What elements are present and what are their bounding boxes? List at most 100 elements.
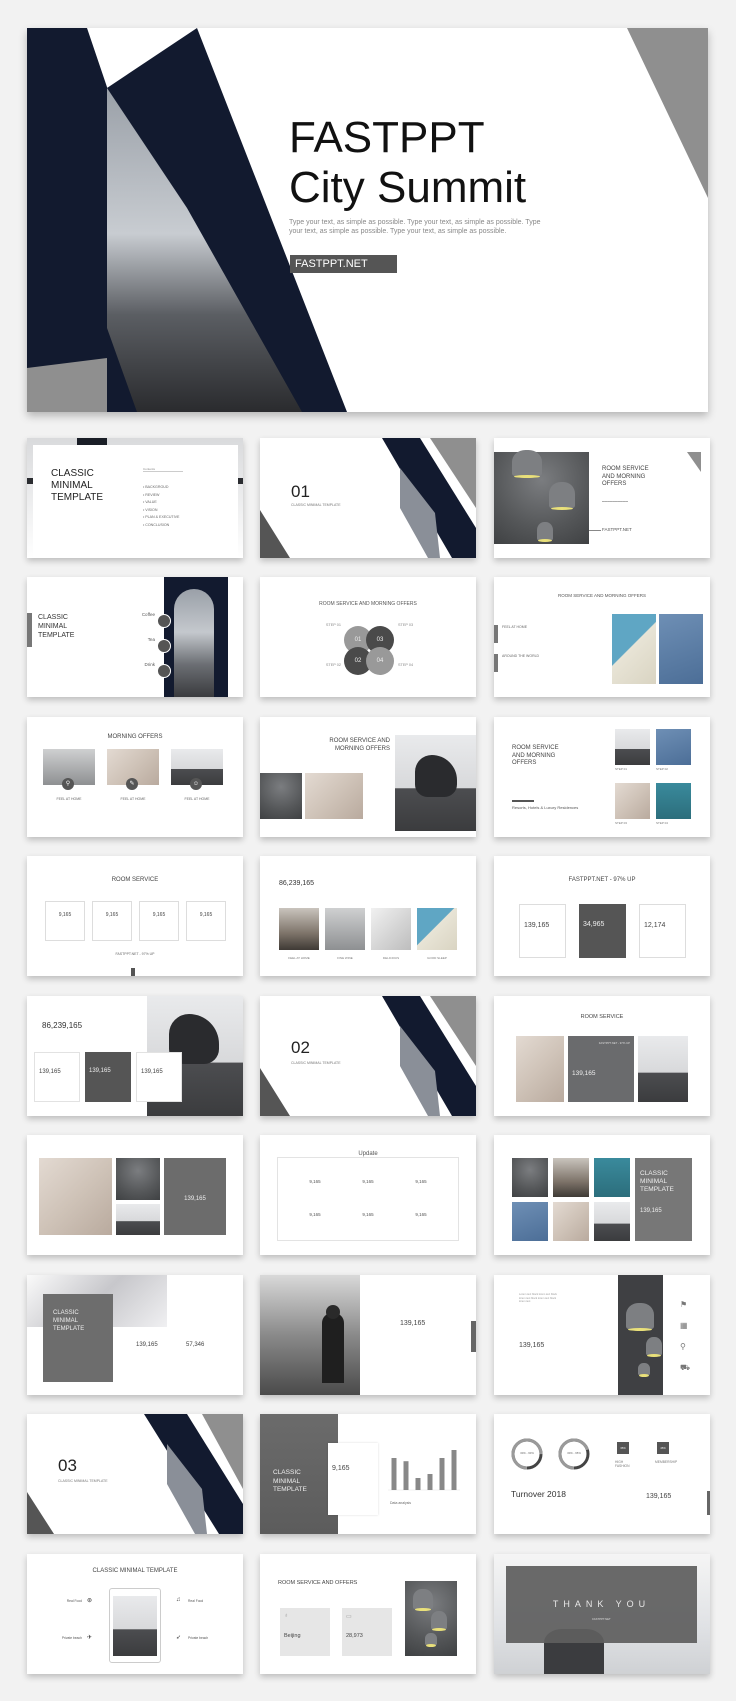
photo-desk [39,1158,112,1235]
contents-item[interactable]: • REVIEW [143,492,179,500]
section-subtitle: CLASSIC MINIMAL TEMPLATE [291,503,341,507]
monitor-icon: ▭ [346,1614,352,1620]
photo-chair [594,1202,630,1241]
title-line: ROOM SERVICE [512,745,559,751]
big-value: 86,239,165 [42,1021,83,1030]
slide-steps-photos[interactable]: ROOM SERVICE AND MORNING OFFERS Resorts,… [494,717,710,837]
title-line: TEMPLATE [53,1326,85,1332]
chart-bar [451,1450,457,1490]
slide-turnover[interactable]: 30% - 60% 30% - 65% 35% 45% HIGH FASHION… [494,1414,710,1534]
hero-title-line2: City Summit [289,163,527,212]
tagline: Resorts, Hotels & Luxury Residences [512,805,579,810]
title-line: CLASSIC [273,1469,301,1476]
photo-chair [615,729,650,765]
fastppt-button[interactable]: FASTPPT.NET [290,255,397,273]
step-label: STEP 02 [325,663,341,667]
title-line: OFFERS [512,760,537,766]
stat-value: 57,346 [186,1342,205,1348]
slide-icons-lamps[interactable]: Lorem text block lorem text block lorem … [494,1275,710,1395]
panel-value: 139,165 [572,1070,596,1077]
slide-room-service-values[interactable]: ROOM SERVICE 9,165 9,165 9,165 9,165 FAS… [27,856,243,976]
feature-label: Real Food [188,1599,204,1603]
slide-steps-circles[interactable]: ROOM SERVICE AND MORNING OFFERS STEP 01 … [260,577,476,697]
panel-value: 139,165 [184,1196,206,1202]
update-value: 9,165 [362,1179,374,1184]
chart-bar [391,1458,397,1490]
photo-lamps [260,773,302,819]
photo-label: FINE WINE [337,956,353,960]
value-card: 9,165 [92,901,132,941]
photo-tower [417,908,457,950]
step-label: STEP 03 [615,821,627,825]
hero-title: FASTPPT City Summit [289,113,526,213]
slide-morning-offers[interactable]: MORNING OFFERS ⚲ ✎ ☺ FEEL AT HOME FEEL A… [27,717,243,837]
title-line: CLASSIC [38,614,68,621]
slide-room-service-panel[interactable]: ROOM SERVICE FASTPPT.NET - 97% UP 139,16… [494,996,710,1116]
location-icon: ⚲ [680,1342,686,1351]
slide-room-service[interactable]: ROOM SERVICE AND MORNING OFFERS ▬▬▬▬▬▬▬▬… [494,438,710,558]
feature-label: Private beach [188,1636,209,1640]
slide-room-service-chair[interactable]: ROOM SERVICE AND MORNING OFFERS [260,717,476,837]
fastppt-link[interactable]: FASTPPT.NET [602,527,632,532]
slide-building-stats[interactable]: CLASSIC MINIMAL TEMPLATE 139,165 57,346 [27,1275,243,1395]
slide-section-01[interactable]: 01 CLASSIC MINIMAL TEMPLATE [260,438,476,558]
slide-data-analysis[interactable]: CLASSIC MINIMAL TEMPLATE 9,165 Data anal… [260,1414,476,1534]
panel-value: 139,165 [640,1208,662,1214]
slide-room-offers-cards[interactable]: ROOM SERVICE AND OFFERS ♁ Beijing ▭ 28,9… [260,1554,476,1674]
slide-chair-stats[interactable]: 86,239,165 139,165 139,165 139,165 [27,996,243,1116]
hero-slide[interactable]: FASTPPT City Summit Type your text, as s… [27,28,708,412]
update-value: 9,165 [309,1179,321,1184]
panel-title: CLASSIC MINIMAL TEMPLATE [53,1309,84,1333]
value-card: 9,165 [139,901,179,941]
info-card: ♁ Beijing [280,1608,330,1656]
circle-marker [157,614,171,628]
value-card: 139,165 [136,1052,182,1102]
slide-four-photos[interactable]: 86,239,165 FEEL AT HOME FINE WINE DELICI… [260,856,476,976]
value-card: 9,165 [45,901,85,941]
slide-thank-you[interactable]: THANK YOU FASTPPT.NET [494,1554,710,1674]
contents-item[interactable]: • VISION [143,507,179,515]
item-drink: Drink [144,662,155,667]
panel-title: CLASSIC MINIMAL TEMPLATE [640,1170,674,1194]
photo-building [371,908,411,950]
item-label: AROUND THE WORLD [502,654,540,658]
photo-label: FEEL AT HOME [288,956,310,960]
contents-item[interactable]: • BACKGROUD [143,484,179,492]
chart-bar [415,1478,421,1490]
contents-item[interactable]: • CONCLUSION [143,522,179,530]
slide-97-up[interactable]: FASTPPT.NET - 97% UP 139,165 34,965 12,1… [494,856,710,976]
title-line: MINIMAL [51,480,93,491]
photo-lamps [116,1158,160,1200]
item-label: FEEL AT HOME [502,625,528,629]
pct-badge: 45% [657,1442,669,1454]
slide-feel-at-home[interactable]: ROOM SERVICE AND MORNING OFFERS FEEL AT … [494,577,710,697]
photo-label: DELICIOUS [382,956,400,960]
slide-section-02[interactable]: 02 CLASSIC MINIMAL TEMPLATE [260,996,476,1116]
step-label: STEP 01 [615,767,627,771]
step-circle: 04 [366,647,394,675]
slide-collage[interactable]: 139,165 [27,1135,243,1255]
slide-footer: FASTPPT.NET - 97% UP [115,952,155,956]
slide-contents[interactable]: CLASSIC MINIMAL TEMPLATE Contents • BACK… [27,438,243,558]
big-value: 86,239,165 [279,880,315,887]
stat-value: 139,165 [136,1342,158,1348]
info-card: ▭ 28,973 [342,1608,392,1656]
slide-section-03[interactable]: 03 CLASSIC MINIMAL TEMPLATE [27,1414,243,1534]
contents-list: • BACKGROUD • REVIEW • VALUE • VISION • … [143,484,179,529]
slide-tablet[interactable]: CLASSIC MINIMAL TEMPLATE Real Food Priva… [27,1554,243,1674]
contents-item[interactable]: • PLAN & EXECUTIVE [143,514,179,522]
feature-label: Private beach [61,1636,82,1640]
item-label: FEEL AT HOME [120,797,146,801]
slide-street-photo[interactable]: 139,165 [260,1275,476,1395]
badge-label: HIGH FASHION [615,1460,629,1468]
value-card: 9,165 [186,901,226,941]
contents-item[interactable]: • VALUE [143,499,179,507]
photo-lamps [618,1275,663,1395]
photo-door [594,1158,630,1197]
chart-bar [439,1458,445,1490]
title-line: MINIMAL [640,1178,668,1185]
slide-update[interactable]: Update 9,165 9,165 9,165 9,165 9,165 9,1… [260,1135,476,1255]
slide-coffee-tea[interactable]: CLASSIC MINIMAL TEMPLATE Coffee Tea Drin… [27,577,243,697]
slide-photo-grid[interactable]: CLASSIC MINIMAL TEMPLATE 139,165 [494,1135,710,1255]
item-label: FEEL AT HOME [56,797,82,801]
